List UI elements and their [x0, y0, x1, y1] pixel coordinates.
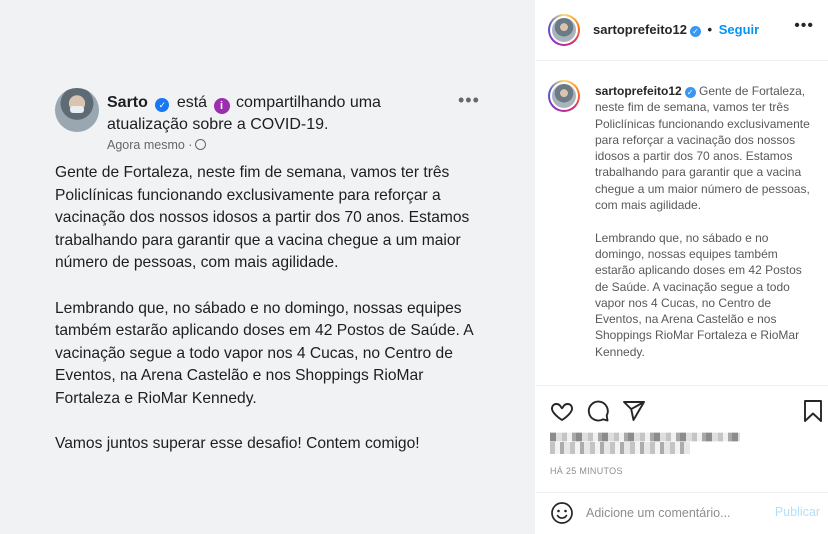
header-username[interactable]: sartoprefeito12 — [593, 22, 687, 37]
separator-dot: • — [707, 22, 713, 37]
comment-bar: Publicar — [536, 492, 828, 532]
fb-post-body: Gente de Fortaleza, neste fim de semana,… — [55, 162, 485, 478]
fb-more-icon: ••• — [458, 90, 480, 110]
share-icon[interactable] — [622, 399, 646, 423]
post-time-ago[interactable]: HÁ 25 MINUTOS — [550, 466, 623, 476]
emoji-icon[interactable] — [550, 501, 574, 525]
fb-time-text: Agora mesmo · — [107, 138, 193, 152]
fb-author-line: Sarto ✓ está i compartilhando uma atuali… — [107, 92, 457, 136]
fb-activity-text: compartilhando uma atualização sobre a C… — [107, 94, 381, 133]
info-icon: i — [213, 98, 230, 114]
follow-button[interactable]: Seguir — [719, 22, 759, 37]
post-header: sartoprefeito12 ✓ • Seguir ••• — [536, 0, 828, 61]
fb-status-text: está — [176, 94, 208, 111]
caption-avatar[interactable] — [548, 80, 580, 112]
verified-badge-icon: ✓ — [155, 98, 170, 112]
caption-paragraph-text: Gente de Fortaleza, neste fim de semana,… — [595, 84, 810, 213]
fb-post-header: Sarto ✓ está i compartilhando uma atuali… — [55, 88, 495, 158]
fb-paragraph: Lembrando que, no sábado e no domingo, n… — [55, 299, 473, 407]
globe-icon — [195, 139, 207, 150]
fb-author-name: Sarto — [107, 94, 148, 111]
header-user-line: sartoprefeito12 ✓ • Seguir — [593, 22, 759, 37]
caption-paragraph: Lembrando que, no sábado e no domingo, n… — [595, 230, 802, 359]
comment-input[interactable] — [586, 503, 766, 523]
avatar[interactable] — [548, 14, 580, 46]
caption-area: sartoprefeito12 ✓ Gente de Fortaleza, nes… — [536, 62, 828, 384]
more-options-icon[interactable]: ••• — [794, 17, 814, 35]
verified-badge-icon: ✓ — [689, 26, 701, 37]
publish-button[interactable]: Publicar — [775, 505, 820, 519]
actions-section: HÁ 25 MINUTOS Publicar — [536, 385, 828, 531]
post-side-panel: sartoprefeito12 ✓ • Seguir ••• sartoprefe… — [536, 0, 828, 534]
caption-username[interactable]: sartoprefeito12 — [595, 84, 682, 98]
comment-icon[interactable] — [586, 399, 610, 423]
facebook-post-screenshot: Sarto ✓ está i compartilhando uma atuali… — [0, 0, 535, 534]
verified-badge-icon: ✓ — [684, 87, 696, 98]
fb-author-avatar — [55, 88, 99, 132]
bookmark-icon[interactable] — [801, 399, 825, 423]
heart-icon[interactable] — [550, 399, 574, 423]
caption-text: sartoprefeito12 ✓ Gente de Fortaleza, nes… — [595, 83, 815, 376]
blurred-likes-secondary — [550, 442, 690, 454]
fb-timestamp: Agora mesmo · — [107, 138, 207, 152]
post-media[interactable]: Sarto ✓ está i compartilhando uma atuali… — [0, 0, 535, 534]
fb-paragraph: Gente de Fortaleza, neste fim de semana,… — [55, 164, 470, 272]
caption-paragraph: sartoprefeito12 ✓ Gente de Fortaleza, nes… — [595, 83, 815, 213]
fb-paragraph: Vamos juntos superar esse desafio! Conte… — [55, 435, 420, 453]
